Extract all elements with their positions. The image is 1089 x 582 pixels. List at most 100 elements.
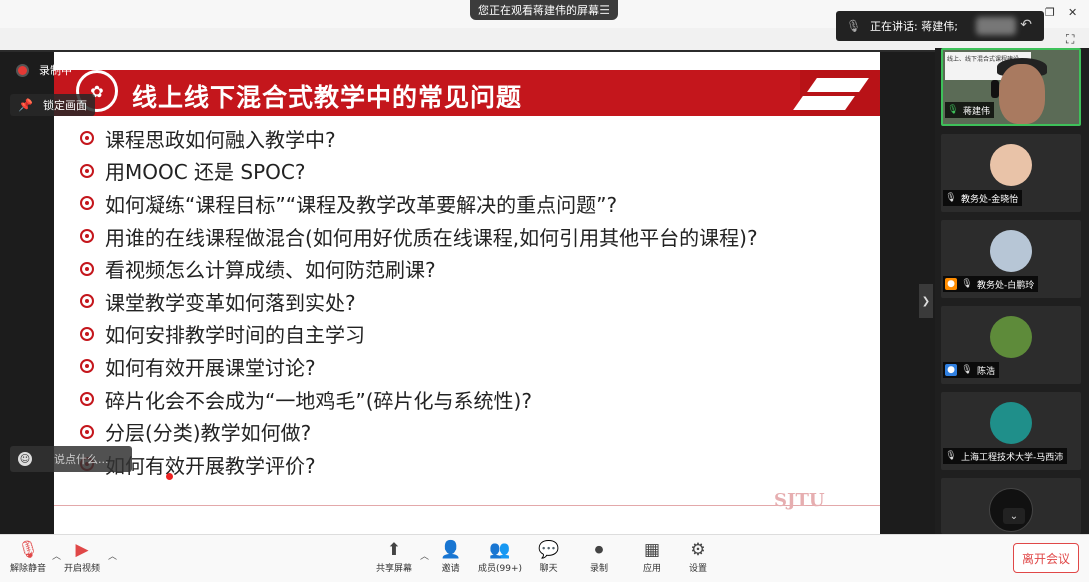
bullet-icon: [80, 196, 94, 211]
start-video-label: 开启视频: [64, 564, 101, 574]
headset-icon: [991, 80, 999, 98]
invite-label: 邀请: [441, 564, 460, 574]
bullet-icon: [80, 294, 94, 309]
meeting-toolbar: 🎙 解除静音 ︿ ▶ 开启视频 ︿ ⬆ 共享屏幕 ︿ 👤 邀请 👥 成员(99+…: [0, 534, 1089, 582]
record-button[interactable]: ⏺ 录制: [590, 539, 608, 574]
apps-button[interactable]: ▦ 应用: [643, 539, 661, 574]
laser-pointer: [166, 473, 173, 480]
apps-label: 应用: [643, 564, 662, 574]
video-off-icon: ▶: [75, 540, 89, 560]
mic-muted-icon: 🎙: [961, 279, 973, 289]
maximize-icon[interactable]: ❐: [1045, 6, 1055, 19]
caret-up-icon[interactable]: ︿: [420, 549, 429, 562]
menu-icon[interactable]: ☰: [599, 3, 610, 17]
avatar: [990, 144, 1032, 186]
sjtu-footer-logo: SJTU: [774, 490, 825, 511]
participant-panel: 线上、线下混合式课程建设 🎙 蒋建伟 🎙 教务处-金晓怡 ● 🎙 教务处-白鹏玲 ● 🎙 陈…: [935, 48, 1089, 534]
pin-icon: 📌: [18, 98, 33, 112]
apps-icon: ▦: [643, 540, 661, 560]
list-item-text: 课程思政如何融入教学中?: [105, 127, 336, 152]
lock-view-button[interactable]: 📌 锁定画面: [10, 94, 95, 116]
leave-meeting-button[interactable]: 离开会议: [1013, 543, 1079, 573]
share-screen-icon: ⬆: [386, 540, 402, 560]
caret-up-icon[interactable]: ︿: [52, 549, 61, 562]
members-label: 成员(99+): [478, 564, 523, 574]
members-icon: 👥: [489, 540, 511, 560]
participant-tile[interactable]: ● 🎙 陈浩: [941, 306, 1081, 384]
chat-button[interactable]: 💬 聊天: [538, 539, 559, 574]
banner-stripe: [807, 78, 869, 92]
lock-view-label: 锁定画面: [42, 99, 87, 112]
participant-tile[interactable]: 线上、线下混合式课程建设 🎙 蒋建伟: [941, 48, 1081, 126]
invite-button[interactable]: 👤 邀请: [440, 539, 461, 574]
participant-tile[interactable]: [941, 478, 1081, 534]
list-item: 课程思政如何融入教学中?: [80, 122, 758, 155]
mic-muted-icon: 🎙: [945, 193, 957, 203]
list-item: 用谁的在线课程做混合(如何用好优质在线课程,如何引用其他平台的课程)?: [80, 220, 758, 253]
chat-icon: 💬: [538, 540, 560, 560]
bullet-icon: [80, 359, 94, 374]
list-item-text: 用MOOC 还是 SPOC?: [105, 160, 306, 185]
list-item-text: 课堂教学变革如何落到实处?: [105, 290, 356, 315]
collapse-panel-button[interactable]: ❯: [919, 284, 933, 318]
user-icon: ●: [945, 364, 957, 376]
avatar: [990, 402, 1032, 444]
share-screen-button[interactable]: ⬆ 共享屏幕: [376, 539, 412, 574]
participant-name: 🎙 蒋建伟: [945, 102, 995, 118]
mic-muted-icon: 🎙: [945, 451, 957, 461]
chat-input[interactable]: ☺ 说点什么...: [10, 446, 132, 472]
bullet-icon: [80, 261, 94, 276]
members-button[interactable]: 👥 成员(99+): [478, 539, 522, 574]
settings-label: 设置: [689, 564, 708, 574]
caret-up-icon[interactable]: ︿: [108, 549, 117, 562]
bullet-icon: [80, 229, 94, 244]
screen-share-indicator[interactable]: 您正在观看蒋建伟的屏幕 ☰: [470, 0, 618, 20]
speaking-label: 正在讲话: 蒋建伟;: [870, 20, 958, 33]
participant-name: ● 🎙 陈浩: [943, 362, 1000, 378]
list-item-text: 分层(分类)教学如何做?: [105, 421, 312, 446]
list-item-text: 如何有效开展教学评价?: [105, 453, 316, 478]
close-icon[interactable]: ✕: [1068, 6, 1077, 19]
recording-indicator: 录制中: [18, 62, 72, 78]
chevron-down-icon[interactable]: ⌄: [1003, 508, 1025, 524]
chat-label: 聊天: [539, 564, 558, 574]
add-user-icon: 👤: [440, 540, 462, 560]
avatar: [990, 316, 1032, 358]
participant-tile[interactable]: 🎙 教务处-金晓怡: [941, 134, 1081, 212]
list-item-text: 看视频怎么计算成绩、如何防范刷课?: [105, 258, 436, 283]
settings-button[interactable]: ⚙ 设置: [689, 539, 707, 574]
list-item-text: 碎片化会不会成为“一地鸡毛”(碎片化与系统性)?: [105, 388, 532, 413]
participant-tile[interactable]: 🎙 上海工程技术大学-马西沛: [941, 392, 1081, 470]
record-dot-icon: [18, 65, 27, 75]
slide-title: 线上线下混合式教学中的常见问题: [132, 83, 523, 112]
banner-stripe: [793, 96, 855, 110]
share-screen-label: 共享屏幕: [376, 564, 413, 574]
footer-divider: [54, 505, 880, 506]
speaking-indicator: 🎙 正在讲话: 蒋建伟; ↶: [836, 11, 1044, 41]
fullscreen-icon[interactable]: ⛶: [1066, 32, 1074, 47]
sharing-text: 您正在观看蒋建伟的屏幕: [478, 4, 599, 17]
list-item: 如何凝练“课程目标”“课程及教学改革要解决的重点问题”?: [80, 187, 758, 220]
unmute-button[interactable]: 🎙 解除静音: [10, 539, 46, 574]
list-item: 如何有效开展教学评价?: [80, 448, 758, 481]
list-item-text: 如何安排教学时间的自主学习: [105, 323, 365, 348]
start-video-button[interactable]: ▶ 开启视频: [64, 539, 100, 574]
participant-name: ● 🎙 教务处-白鹏玲: [943, 276, 1039, 292]
presentation-slide: ✿ 线上线下混合式教学中的常见问题 课程思政如何融入教学中? 用MOOC 还是 …: [54, 52, 880, 534]
record-icon: ⏺: [594, 540, 604, 560]
list-item: 如何有效开展课堂讨论?: [80, 350, 758, 383]
mic-active-icon: 🎙: [947, 105, 959, 115]
video-feed: [999, 64, 1045, 124]
bullet-list: 课程思政如何融入教学中? 用MOOC 还是 SPOC? 如何凝练“课程目标”“课…: [80, 122, 758, 481]
emoji-icon[interactable]: ☺: [18, 452, 32, 466]
mic-muted-icon: 🎙: [961, 365, 973, 375]
return-icon[interactable]: ↶: [1020, 17, 1032, 33]
bullet-icon: [80, 424, 94, 439]
participant-tile[interactable]: ● 🎙 教务处-白鹏玲: [941, 220, 1081, 298]
list-item: 看视频怎么计算成绩、如何防范刷课?: [80, 252, 758, 285]
list-item-text: 如何有效开展课堂讨论?: [105, 355, 316, 380]
bullet-icon: [80, 326, 94, 341]
blurred-region: [976, 17, 1016, 35]
user-icon: ●: [945, 278, 957, 290]
unmute-label: 解除静音: [10, 564, 47, 574]
